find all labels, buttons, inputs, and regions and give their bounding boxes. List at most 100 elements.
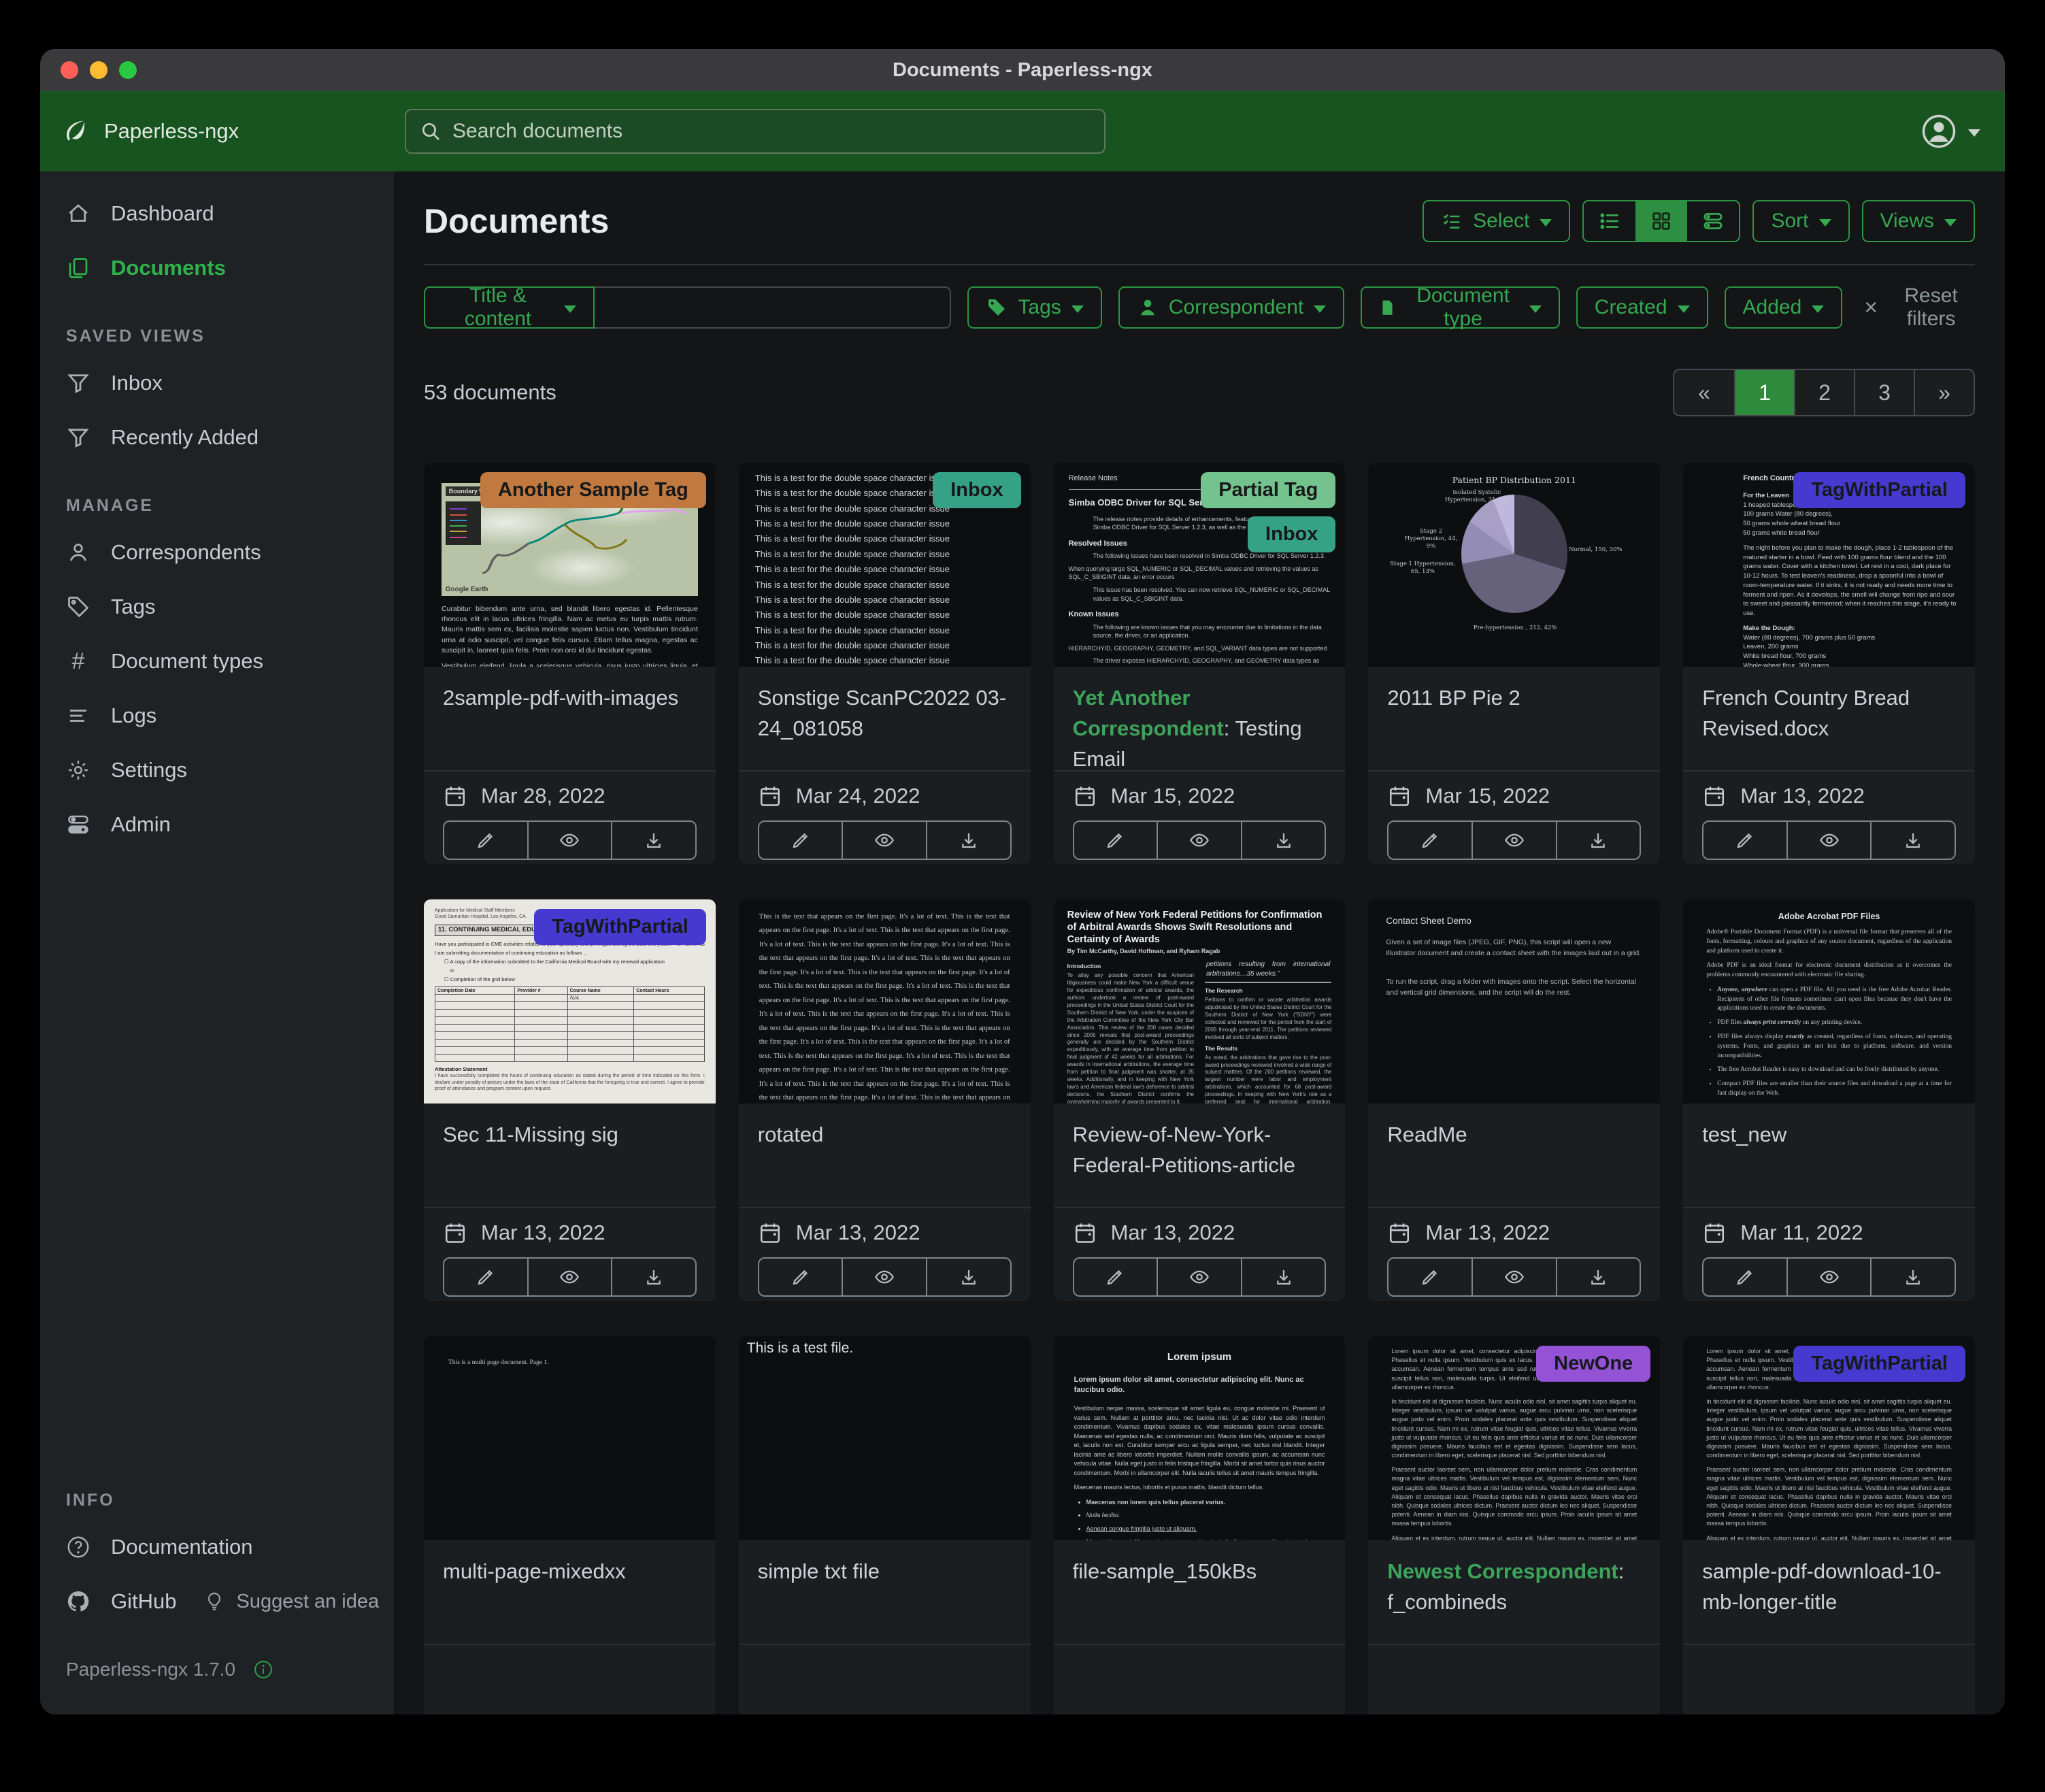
document-title[interactable]: Newest Correspondent: f_combineds bbox=[1387, 1557, 1641, 1618]
filter-tags-button[interactable]: Tags bbox=[967, 286, 1101, 329]
download-button[interactable] bbox=[926, 1259, 1010, 1295]
page-next[interactable]: » bbox=[1914, 370, 1974, 415]
document-card[interactable]: Inbox This is a test for the double spac… bbox=[739, 463, 1031, 864]
download-button[interactable] bbox=[1870, 822, 1955, 859]
edit-button[interactable] bbox=[444, 822, 527, 859]
tag-badge[interactable]: NewOne bbox=[1536, 1346, 1650, 1382]
views-button[interactable]: Views bbox=[1862, 200, 1975, 242]
document-title[interactable]: French Country Bread Revised.docx bbox=[1702, 683, 1956, 744]
document-thumbnail[interactable]: This is a test file. bbox=[739, 1336, 1031, 1540]
document-title[interactable]: Sonstige ScanPC2022 03-24_081058 bbox=[758, 683, 1012, 744]
document-title[interactable]: ReadMe bbox=[1387, 1120, 1641, 1150]
page-prev[interactable]: « bbox=[1674, 370, 1734, 415]
sort-button[interactable]: Sort bbox=[1752, 200, 1849, 242]
document-thumbnail[interactable]: Lorem ipsumLorem ipsum dolor sit amet, c… bbox=[1054, 1336, 1346, 1540]
filter-doctype-button[interactable]: Document type bbox=[1361, 286, 1560, 329]
edit-button[interactable] bbox=[1703, 822, 1786, 859]
edit-button[interactable] bbox=[1703, 1259, 1786, 1295]
download-button[interactable] bbox=[611, 1259, 695, 1295]
document-card[interactable]: Contact Sheet DemoGiven a set of image f… bbox=[1368, 899, 1660, 1301]
sidebar-item-tags[interactable]: Tags bbox=[40, 580, 394, 634]
sidebar-item-admin[interactable]: Admin bbox=[40, 797, 394, 852]
select-button[interactable]: Select bbox=[1423, 200, 1570, 242]
document-thumbnail[interactable]: This is a multi page document. Page 1. bbox=[424, 1336, 716, 1540]
sidebar-item-recently-added[interactable]: Recently Added bbox=[40, 410, 394, 465]
edit-button[interactable] bbox=[1074, 1259, 1157, 1295]
document-card[interactable]: TagWithPartial Lorem ipsum dolor sit ame… bbox=[1683, 1336, 1975, 1714]
page-1[interactable]: 1 bbox=[1734, 370, 1794, 415]
sidebar-item-documentation[interactable]: Documentation bbox=[40, 1520, 253, 1574]
document-card[interactable]: Patient BP Distribution 2011 Normal, 150… bbox=[1368, 463, 1660, 864]
edit-button[interactable] bbox=[759, 822, 842, 859]
view-button[interactable] bbox=[1786, 822, 1871, 859]
document-title[interactable]: test_new bbox=[1702, 1120, 1956, 1150]
document-title[interactable]: rotated bbox=[758, 1120, 1012, 1150]
filter-created-button[interactable]: Created bbox=[1576, 286, 1708, 329]
tag-badge[interactable]: TagWithPartial bbox=[534, 909, 706, 945]
download-button[interactable] bbox=[1870, 1259, 1955, 1295]
document-correspondent[interactable]: Yet Another Correspondent bbox=[1073, 686, 1224, 740]
edit-button[interactable] bbox=[1074, 822, 1157, 859]
sidebar-item-documents[interactable]: Documents bbox=[40, 241, 394, 295]
edit-button[interactable] bbox=[1389, 1259, 1472, 1295]
tag-badge[interactable]: Inbox bbox=[933, 472, 1020, 508]
document-card[interactable]: This is a test file. simple txt file bbox=[739, 1336, 1031, 1714]
sidebar-item-inbox[interactable]: Inbox bbox=[40, 356, 394, 410]
document-card[interactable]: Review of New York Federal Petitions for… bbox=[1054, 899, 1346, 1301]
download-button[interactable] bbox=[1556, 1259, 1640, 1295]
edit-button[interactable] bbox=[759, 1259, 842, 1295]
search-bar[interactable] bbox=[405, 109, 1105, 154]
document-title[interactable]: simple txt file bbox=[758, 1557, 1012, 1587]
zoom-button[interactable] bbox=[119, 61, 137, 79]
document-title[interactable]: Yet Another Correspondent: Testing Email bbox=[1073, 683, 1327, 775]
filter-correspondent-button[interactable]: Correspondent bbox=[1118, 286, 1344, 329]
download-button[interactable] bbox=[1556, 822, 1640, 859]
document-card[interactable]: NewOne Lorem ipsum dolor sit amet, conse… bbox=[1368, 1336, 1660, 1714]
view-button[interactable] bbox=[842, 1259, 926, 1295]
document-thumbnail[interactable]: Adobe Acrobat PDF FilesAdobe® Portable D… bbox=[1683, 899, 1975, 1104]
document-card[interactable]: This is the text that appears on the fir… bbox=[739, 899, 1031, 1301]
view-button[interactable] bbox=[527, 1259, 612, 1295]
view-button[interactable] bbox=[1472, 1259, 1556, 1295]
document-title[interactable]: Review-of-New-York-Federal-Petitions-art… bbox=[1073, 1120, 1327, 1181]
document-title[interactable]: Sec 11-Missing sig bbox=[443, 1120, 697, 1150]
title-content-input[interactable] bbox=[595, 286, 951, 329]
search-input[interactable] bbox=[452, 120, 1091, 143]
document-card[interactable]: This is a multi page document. Page 1. m… bbox=[424, 1336, 716, 1714]
sidebar-item-dashboard[interactable]: Dashboard bbox=[40, 186, 394, 241]
document-title[interactable]: multi-page-mixedxx bbox=[443, 1557, 697, 1587]
minimize-button[interactable] bbox=[90, 61, 107, 79]
document-card[interactable]: Another Sample Tag Boundary Waters Trip … bbox=[424, 463, 716, 864]
download-button[interactable] bbox=[611, 822, 695, 859]
document-card[interactable]: Adobe Acrobat PDF FilesAdobe® Portable D… bbox=[1683, 899, 1975, 1301]
document-card[interactable]: Partial TagInbox Release Notes Simba ODB… bbox=[1054, 463, 1346, 864]
close-button[interactable] bbox=[61, 61, 78, 79]
sidebar-item-github[interactable]: GitHub bbox=[40, 1574, 176, 1629]
download-button[interactable] bbox=[926, 822, 1010, 859]
sidebar-item-settings[interactable]: Settings bbox=[40, 743, 394, 797]
view-button[interactable] bbox=[842, 822, 926, 859]
view-button[interactable] bbox=[1157, 822, 1241, 859]
tag-badge[interactable]: Another Sample Tag bbox=[480, 472, 706, 508]
view-list-toggle[interactable] bbox=[1584, 201, 1635, 241]
document-card[interactable]: Lorem ipsumLorem ipsum dolor sit amet, c… bbox=[1054, 1336, 1346, 1714]
tag-badge[interactable]: TagWithPartial bbox=[1793, 472, 1965, 508]
document-title[interactable]: 2sample-pdf-with-images bbox=[443, 683, 697, 714]
tag-badge[interactable]: Partial Tag bbox=[1201, 472, 1335, 508]
tag-badge[interactable]: TagWithPartial bbox=[1793, 1346, 1965, 1382]
document-title[interactable]: 2011 BP Pie 2 bbox=[1387, 683, 1641, 714]
document-thumbnail[interactable]: Patient BP Distribution 2011 Normal, 150… bbox=[1368, 463, 1660, 667]
document-card[interactable]: TagWithPartial French Country Bread For … bbox=[1683, 463, 1975, 864]
sidebar-item-correspondents[interactable]: Correspondents bbox=[40, 525, 394, 580]
edit-button[interactable] bbox=[1389, 822, 1472, 859]
page-2[interactable]: 2 bbox=[1794, 370, 1854, 415]
suggest-idea-link[interactable]: Suggest an idea bbox=[203, 1591, 379, 1613]
document-title[interactable]: file-sample_150kBs bbox=[1073, 1557, 1327, 1587]
view-button[interactable] bbox=[1472, 822, 1556, 859]
tag-badge[interactable]: Inbox bbox=[1248, 516, 1335, 552]
view-button[interactable] bbox=[527, 822, 612, 859]
edit-button[interactable] bbox=[444, 1259, 527, 1295]
document-card[interactable]: TagWithPartial Application for Medical S… bbox=[424, 899, 716, 1301]
view-button[interactable] bbox=[1786, 1259, 1871, 1295]
sidebar-item-logs[interactable]: Logs bbox=[40, 688, 394, 743]
